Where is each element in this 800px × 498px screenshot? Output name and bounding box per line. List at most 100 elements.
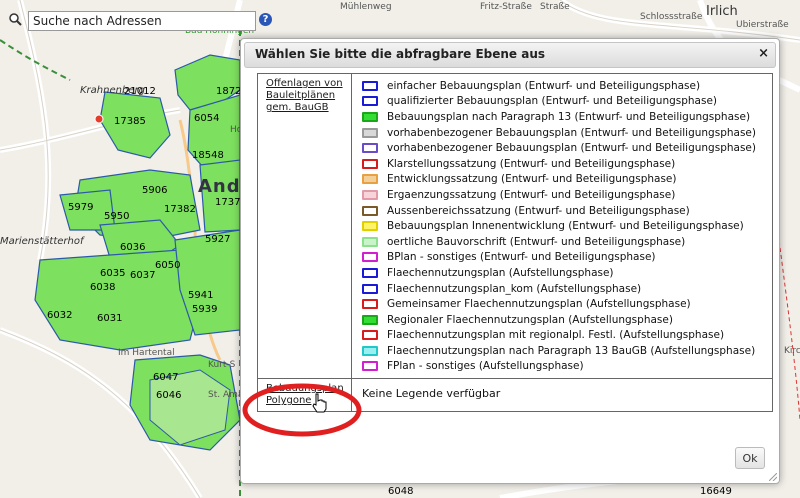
legend-label: Flaechennutzungsplan nach Paragraph 13 B…: [387, 344, 756, 357]
parcel-label: 6035: [100, 268, 126, 279]
legend-label: Klarstellungssatzung (Entwurf- und Betei…: [387, 157, 676, 170]
layer-link-offenlagen[interactable]: Offenlagen von Bauleitplänen gem. BauGB: [258, 74, 352, 379]
legend-label: Entwicklungssatzung (Entwurf- und Beteil…: [387, 173, 677, 186]
legend-item: Flaechennutzungsplan nach Paragraph 13 B…: [362, 343, 766, 359]
legend-swatch-icon: [362, 299, 378, 310]
parcel-label: 6036: [120, 242, 146, 253]
parcel-label: 6048: [388, 486, 414, 497]
parcel-label: 6054: [194, 113, 220, 124]
legend-swatch-icon: [362, 283, 378, 294]
street-label: Schlossstraße: [640, 12, 703, 22]
no-legend-text: Keine Legende verfügbar: [362, 387, 501, 401]
street-label: Fritz-Straße: [480, 2, 532, 12]
layer-row: Offenlagen von Bauleitplänen gem. BauGB …: [258, 74, 772, 380]
legend-label: Regionaler Flaechennutzungsplan (Aufstel…: [387, 313, 673, 326]
legend-swatch-icon: [362, 80, 378, 91]
street-label: Ubierstraße: [736, 20, 789, 30]
legend-item: FPlan - sonstiges (Aufstellungsphase): [362, 359, 766, 375]
highlight-circle: [242, 383, 362, 437]
parcel-label: 5927: [205, 234, 231, 245]
legend-item: einfacher Bebauungsplan (Entwurf- und Be…: [362, 78, 766, 94]
legend-swatch-icon: [362, 330, 378, 341]
parcel-label: 6031: [97, 313, 123, 324]
legend-label: Flaechennutzungsplan_kom (Aufstellungsph…: [387, 282, 642, 295]
parcel-label: 17382: [164, 204, 196, 215]
parcel-label: 6032: [47, 310, 73, 321]
legend-list: einfacher Bebauungsplan (Entwurf- und Be…: [352, 74, 772, 378]
parcel-label: 5979: [68, 202, 94, 213]
parcel-label: 16649: [700, 486, 732, 497]
legend-item: Flaechennutzungsplan_kom (Aufstellungsph…: [362, 281, 766, 297]
close-icon[interactable]: ×: [758, 46, 769, 61]
place-label-irlich: Irlich: [706, 4, 738, 19]
legend-swatch-icon: [362, 314, 378, 325]
legend-label: Flaechennutzungsplan mit regionalpl. Fes…: [387, 329, 725, 342]
legend-item: Flaechennutzungsplan (Aufstellungsphase): [362, 265, 766, 281]
legend-item: Bebauungsplan nach Paragraph 13 (Entwurf…: [362, 109, 766, 125]
legend-swatch-icon: [362, 361, 378, 372]
legend-swatch-icon: [362, 236, 378, 247]
legend-item: qualifizierter Bebauungsplan (Entwurf- u…: [362, 94, 766, 110]
legend-label: Flaechennutzungsplan (Aufstellungsphase): [387, 266, 614, 279]
help-icon[interactable]: ?: [259, 13, 272, 26]
legend-item: vorhabenbezogener Bebauungsplan (Entwurf…: [362, 125, 766, 141]
legend-swatch-icon: [362, 127, 378, 138]
legend-label: einfacher Bebauungsplan (Entwurf- und Be…: [387, 79, 701, 92]
legend-item: Regionaler Flaechennutzungsplan (Aufstel…: [362, 312, 766, 328]
legend-item: Flaechennutzungsplan mit regionalpl. Fes…: [362, 328, 766, 344]
legend-swatch-icon: [362, 205, 378, 216]
parcel-label: 5950: [104, 211, 130, 222]
legend-label: Bebauungsplan Innenentwicklung (Entwurf-…: [387, 220, 744, 233]
legend-item: BPlan - sonstiges (Entwurf- und Beteilig…: [362, 250, 766, 266]
parcel-label: 18548: [192, 150, 224, 161]
ok-button[interactable]: Ok: [735, 447, 765, 469]
legend-item: Bebauungsplan Innenentwicklung (Entwurf-…: [362, 218, 766, 234]
parcel-label: 5939: [192, 304, 218, 315]
legend-item: Ergaenzungssatzung (Entwurf- und Beteili…: [362, 187, 766, 203]
dialog-titlebar[interactable]: Wählen Sie bitte die abfragbare Ebene au…: [244, 42, 776, 68]
parcel-label: 6037: [130, 270, 156, 281]
street-label: Mühlenweg: [340, 2, 392, 12]
dialog-title: Wählen Sie bitte die abfragbare Ebene au…: [255, 47, 546, 61]
place-label: Im Hartental: [118, 348, 175, 358]
legend-swatch-icon: [362, 143, 378, 154]
legend-item: oertliche Bauvorschrift (Entwurf- und Be…: [362, 234, 766, 250]
parcel-label: 6050: [155, 260, 181, 271]
legend-swatch-icon: [362, 267, 378, 278]
legend-label: Aussenbereichssatzung (Entwurf- und Bete…: [387, 204, 690, 217]
legend-swatch-icon: [362, 96, 378, 107]
legend-label: FPlan - sonstiges (Aufstellungsphase): [387, 360, 584, 373]
parcel-label: 6038: [90, 282, 116, 293]
legend-swatch-icon: [362, 252, 378, 263]
legend-item: vorhabenbezogener Bebauungsplan (Entwurf…: [362, 140, 766, 156]
legend-label: vorhabenbezogener Bebauungsplan (Entwurf…: [387, 126, 756, 139]
legend-item: Entwicklungssatzung (Entwurf- und Beteil…: [362, 172, 766, 188]
street-label: Straße: [540, 2, 570, 12]
hand-cursor-icon: [312, 393, 327, 413]
legend-label: Ergaenzungssatzung (Entwurf- und Beteili…: [387, 188, 676, 201]
legend-label: BPlan - sonstiges (Entwurf- und Beteilig…: [387, 251, 656, 264]
parcel-label: 5941: [188, 290, 214, 301]
legend-swatch-icon: [362, 158, 378, 169]
resize-handle-icon[interactable]: [769, 473, 777, 481]
legend-item: Klarstellungssatzung (Entwurf- und Betei…: [362, 156, 766, 172]
layer-table: Offenlagen von Bauleitplänen gem. BauGB …: [257, 73, 773, 413]
legend-item: Gemeinsamer Flaechennutzungsplan (Aufste…: [362, 296, 766, 312]
legend-swatch-icon: [362, 221, 378, 232]
legend-swatch-icon: [362, 174, 378, 185]
search-input[interactable]: Suche nach Adressen: [28, 11, 256, 31]
parcel-label: 6047: [153, 372, 179, 383]
parcel-label: 5906: [142, 185, 168, 196]
parcel-label: 1872: [216, 86, 242, 97]
parcel-label: 21012: [124, 86, 156, 97]
search-icon[interactable]: [8, 11, 22, 26]
legend-label: qualifizierter Bebauungsplan (Entwurf- u…: [387, 95, 718, 108]
legend-label: Bebauungsplan nach Paragraph 13 (Entwurf…: [387, 110, 751, 123]
legend-item: Aussenbereichssatzung (Entwurf- und Bete…: [362, 203, 766, 219]
legend-swatch-icon: [362, 189, 378, 200]
legend-swatch-icon: [362, 111, 378, 122]
parcel-label: 17385: [114, 116, 146, 127]
place-label: Marienstätterhof: [0, 236, 84, 247]
legend-label: Gemeinsamer Flaechennutzungsplan (Aufste…: [387, 298, 691, 311]
parcel-label: 6046: [156, 390, 182, 401]
